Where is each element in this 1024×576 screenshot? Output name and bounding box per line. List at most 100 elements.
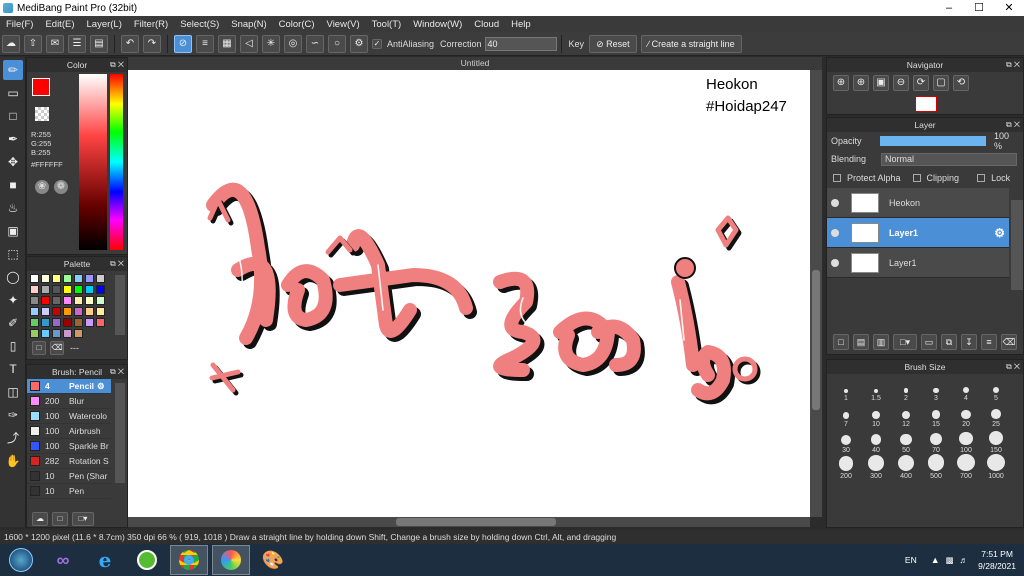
dot-tool-icon[interactable]: □ xyxy=(3,106,23,126)
palette-swatch[interactable] xyxy=(52,274,61,283)
brush-size-option[interactable]: 40 xyxy=(861,428,891,454)
fit-screen-icon[interactable]: ▣ xyxy=(873,75,889,91)
brush-size-option[interactable]: 200 xyxy=(831,454,861,480)
new-palette-icon[interactable]: □ xyxy=(32,341,46,355)
palette-swatch[interactable] xyxy=(96,285,105,294)
panel-controls-icon[interactable]: ⧉ ✕ xyxy=(110,257,124,271)
layer-settings-icon[interactable]: ≡ xyxy=(981,334,997,350)
chat-icon[interactable]: ☰ xyxy=(68,34,86,53)
brush-size-option[interactable]: 150 xyxy=(981,428,1011,454)
palette-swatch[interactable] xyxy=(30,274,39,283)
volume-icon[interactable]: ♬ xyxy=(960,555,969,565)
menu-view[interactable]: View(V) xyxy=(321,19,366,30)
drawing-canvas[interactable]: Heokon #Hoidap247 xyxy=(128,70,810,517)
brush-size-option[interactable]: 12 xyxy=(891,402,921,428)
menu-window[interactable]: Window(W) xyxy=(407,19,468,30)
palette-swatch[interactable] xyxy=(41,318,50,327)
brush-size-option[interactable]: 1 xyxy=(831,376,861,402)
snap-curve-icon[interactable]: ∽ xyxy=(306,34,324,53)
straight-line-button[interactable]: ∕ Create a straight line xyxy=(640,34,742,53)
palette-swatch[interactable] xyxy=(74,274,83,283)
redo-icon[interactable]: ↷ xyxy=(143,34,161,53)
palette-swatch[interactable] xyxy=(85,318,94,327)
palette-swatch[interactable] xyxy=(63,274,72,283)
palette-swatch[interactable] xyxy=(52,307,61,316)
transparent-color-swatch[interactable] xyxy=(35,107,49,121)
palette-swatch[interactable] xyxy=(63,329,72,338)
select-pen-icon[interactable]: ✐ xyxy=(3,313,23,333)
brush-size-option[interactable]: 300 xyxy=(861,454,891,480)
move-tool-icon[interactable]: ✥ xyxy=(3,152,23,172)
palette-swatch[interactable] xyxy=(41,296,50,305)
visibility-icon[interactable] xyxy=(831,198,839,207)
opacity-slider[interactable] xyxy=(880,136,986,146)
visibility-icon[interactable] xyxy=(831,228,839,237)
taskbar-medibang[interactable] xyxy=(212,545,250,575)
delete-layer-icon[interactable]: ⌫ xyxy=(1001,334,1017,350)
menu-layer[interactable]: Layer(L) xyxy=(81,19,128,30)
magic-wand-icon[interactable]: ✦ xyxy=(3,290,23,310)
snap-circle-icon[interactable]: ○ xyxy=(328,34,346,53)
palette-swatch[interactable] xyxy=(41,307,50,316)
palette-swatch[interactable] xyxy=(85,285,94,294)
palette-swatch[interactable] xyxy=(85,307,94,316)
brush-size-option[interactable]: 700 xyxy=(951,454,981,480)
layer-item[interactable]: Layer1 xyxy=(827,248,1009,278)
folder-icon[interactable]: ▭ xyxy=(921,334,937,350)
divide-tool-icon[interactable]: ◫ xyxy=(3,382,23,402)
taskbar-visual-studio[interactable]: ∞ xyxy=(44,545,82,575)
select-tool-icon[interactable]: ⬚ xyxy=(3,244,23,264)
scroll-thumb[interactable] xyxy=(812,270,820,410)
palette-swatch[interactable] xyxy=(30,285,39,294)
snap-off-icon[interactable]: ⊘ xyxy=(174,34,192,53)
layer-item[interactable]: Layer1 ⚙ xyxy=(827,218,1009,248)
palette-swatch[interactable] xyxy=(96,318,105,327)
brush-size-option[interactable]: 20 xyxy=(951,402,981,428)
canvas-vertical-scrollbar[interactable] xyxy=(810,70,822,517)
brush-settings-icon[interactable]: ⚙ xyxy=(97,381,105,392)
brush-size-option[interactable]: 1.5 xyxy=(861,376,891,402)
taskbar-paint[interactable]: 🎨 xyxy=(254,545,292,575)
palette-swatch[interactable] xyxy=(74,318,83,327)
brush-size-option[interactable]: 7 xyxy=(831,402,861,428)
language-indicator[interactable]: EN xyxy=(905,555,917,565)
correction-select[interactable]: 40 xyxy=(484,36,557,51)
layer-settings-gear-icon[interactable]: ⚙ xyxy=(994,226,1005,240)
lock-checkbox[interactable] xyxy=(977,174,986,182)
brush-size-option[interactable]: 15 xyxy=(921,402,951,428)
antialias-checkbox[interactable]: ✓ xyxy=(372,38,382,49)
layer-item[interactable]: Heokon xyxy=(827,188,1009,218)
palette-swatch[interactable] xyxy=(41,329,50,338)
palette-swatch[interactable] xyxy=(30,329,39,338)
zoom-in-alt-icon[interactable]: ⊕ xyxy=(853,75,869,91)
palette-swatch[interactable] xyxy=(85,274,94,283)
comment-icon[interactable]: ✉ xyxy=(46,34,64,53)
minimize-button[interactable]: – xyxy=(934,0,964,16)
snap-grid-icon[interactable]: ▦ xyxy=(218,34,236,53)
panel-controls-icon[interactable]: ⧉ ✕ xyxy=(110,365,124,379)
menu-edit[interactable]: Edit(E) xyxy=(39,19,80,30)
cloud-brush-icon[interactable]: ☁ xyxy=(32,512,48,526)
brush-item[interactable]: 100 Watercolo xyxy=(27,409,111,424)
brush-size-option[interactable]: 400 xyxy=(891,454,921,480)
menu-filter[interactable]: Filter(R) xyxy=(128,19,174,30)
brush-item[interactable]: 10 Pen xyxy=(27,484,111,499)
brush-item[interactable]: 100 Airbrush xyxy=(27,424,111,439)
brush-size-option[interactable]: 50 xyxy=(891,428,921,454)
brush-size-option[interactable]: 100 xyxy=(951,428,981,454)
palette-swatch[interactable] xyxy=(74,285,83,294)
palette-scrollbar[interactable] xyxy=(115,275,125,335)
palette-swatch[interactable] xyxy=(52,296,61,305)
snap-parallel-icon[interactable]: ≡ xyxy=(196,34,214,53)
menu-snap[interactable]: Snap(N) xyxy=(225,19,272,30)
document-icon[interactable]: ▤ xyxy=(90,34,108,53)
brush-add-menu-icon[interactable]: □▾ xyxy=(72,512,94,526)
palette-swatch[interactable] xyxy=(41,285,50,294)
brush-item[interactable]: 100 Sparkle Br xyxy=(27,439,111,454)
panel-controls-icon[interactable]: ⧉ ✕ xyxy=(1006,58,1020,72)
merge-layer-icon[interactable]: ↧ xyxy=(961,334,977,350)
menu-file[interactable]: File(F) xyxy=(0,19,39,30)
palette-swatch[interactable] xyxy=(30,296,39,305)
flip-icon[interactable]: ⟲ xyxy=(953,75,969,91)
brush-item[interactable]: 10 Pen (Shar xyxy=(27,469,111,484)
